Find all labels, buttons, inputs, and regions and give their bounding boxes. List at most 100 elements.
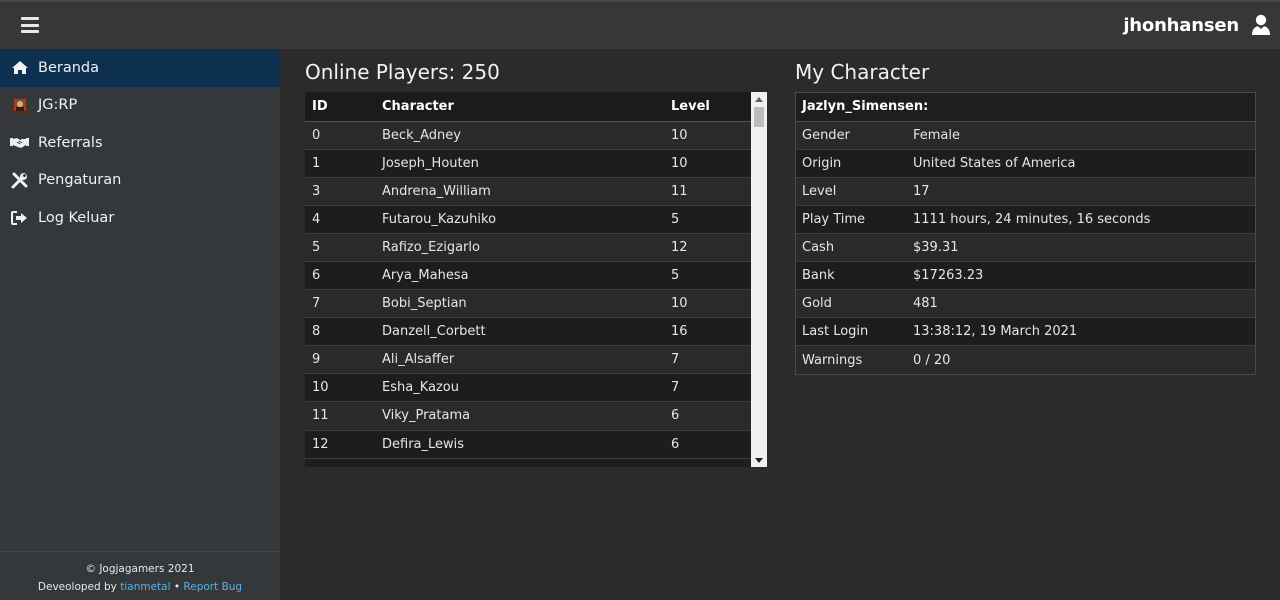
player-level-cell: 10 bbox=[664, 289, 751, 319]
player-level-cell: 12 bbox=[664, 233, 751, 262]
sidebar-item-referrals[interactable]: Referrals bbox=[0, 124, 280, 162]
table-row[interactable]: 8 Danzell_Corbett 16 bbox=[305, 317, 751, 347]
table-row[interactable]: 5 Rafizo_Ezigarlo 12 bbox=[305, 233, 751, 262]
character-field-label: Cash bbox=[796, 232, 907, 262]
player-level-cell: 6 bbox=[664, 401, 751, 431]
table-row[interactable]: 7 Bobi_Septian 10 bbox=[305, 289, 751, 319]
player-id-cell: 4 bbox=[305, 205, 375, 234]
sidebar-item-label: JG:RP bbox=[38, 97, 78, 114]
table-row[interactable]: 1 Joseph_Houten 10 bbox=[305, 149, 751, 178]
character-field-value: United States of America bbox=[907, 148, 1255, 178]
player-level-cell: 6 bbox=[664, 430, 751, 459]
character-field-value: 13:38:12, 19 March 2021 bbox=[907, 317, 1255, 346]
player-id-cell: 12 bbox=[305, 430, 375, 459]
character-field-label: Level bbox=[796, 176, 907, 206]
player-character-cell: Bobi_Septian bbox=[375, 289, 664, 319]
character-field-value: Female bbox=[907, 120, 1255, 150]
menu-toggle-icon[interactable] bbox=[21, 17, 39, 33]
character-info-row: Gender Female bbox=[796, 120, 1255, 150]
player-character-cell: Viky_Pratama bbox=[375, 401, 664, 431]
sidebar-item-label: Beranda bbox=[38, 59, 99, 76]
sidebar-item-label: Pengaturan bbox=[38, 172, 122, 189]
player-character-cell: Ali_Alsaffer bbox=[375, 345, 664, 375]
character-field-label: Warnings bbox=[796, 345, 907, 374]
scroll-down-arrow-icon[interactable] bbox=[751, 453, 767, 467]
author-link[interactable]: tianmetal bbox=[120, 581, 170, 593]
player-id-cell: 3 bbox=[305, 177, 375, 206]
player-level-cell: 5 bbox=[664, 205, 751, 234]
character-field-label: Origin bbox=[796, 148, 907, 178]
character-field-label: Gender bbox=[796, 120, 907, 150]
scroll-up-arrow-icon[interactable] bbox=[751, 92, 767, 106]
sidebar-item-beranda[interactable]: Beranda bbox=[0, 49, 280, 87]
my-character-panel: Jazlyn_Simensen: Gender Female Origin Unite… bbox=[795, 92, 1256, 375]
table-row[interactable]: 3 Andrena_William 11 bbox=[305, 177, 751, 206]
player-character-cell: Danzell_Corbett bbox=[375, 317, 664, 347]
sidebar-footer: © Jogjagamers 2021 Deveoloped by tianmet… bbox=[0, 551, 280, 600]
sidebar-item-pengaturan[interactable]: Pengaturan bbox=[0, 162, 280, 200]
username-label[interactable]: jhonhansen bbox=[1123, 15, 1239, 36]
top-bar: jhonhansen bbox=[0, 0, 1280, 49]
character-info-row: Level 17 bbox=[796, 176, 1255, 206]
sidebar: Beranda JG:RP Referrals Pengaturan Log K… bbox=[0, 49, 281, 600]
table-row[interactable]: 10 Esha_Kazou 7 bbox=[305, 373, 751, 403]
player-id-cell: 9 bbox=[305, 345, 375, 375]
table-row[interactable]: 9 Ali_Alsaffer 7 bbox=[305, 345, 751, 375]
home-icon bbox=[10, 59, 29, 76]
report-bug-link[interactable]: Report Bug bbox=[183, 581, 242, 593]
table-row[interactable]: 11 Viky_Pratama 6 bbox=[305, 401, 751, 431]
player-level-cell: 11 bbox=[664, 177, 751, 206]
game-thumbnail-icon bbox=[10, 97, 29, 114]
player-character-cell: Futarou_Kazuhiko bbox=[375, 205, 664, 234]
character-field-label: Last Login bbox=[796, 317, 907, 346]
character-field-value: 17 bbox=[907, 176, 1255, 206]
table-row[interactable]: 6 Arya_Mahesa 5 bbox=[305, 261, 751, 291]
table-row[interactable]: 12 Defira_Lewis 6 bbox=[305, 430, 751, 459]
footer-separator: • bbox=[173, 581, 181, 593]
sidebar-item-jgrp[interactable]: JG:RP bbox=[0, 87, 280, 125]
character-field-value: 481 bbox=[907, 289, 1255, 318]
table-row[interactable]: 4 Futarou_Kazuhiko 5 bbox=[305, 205, 751, 234]
player-id-cell: 8 bbox=[305, 317, 375, 347]
player-character-cell: Beck_Adney bbox=[375, 121, 664, 150]
my-character-title: My Character bbox=[795, 60, 930, 84]
user-icon[interactable] bbox=[1251, 14, 1271, 36]
player-id-cell: 7 bbox=[305, 289, 375, 319]
character-field-value: $39.31 bbox=[907, 232, 1255, 262]
player-character-cell: Defira_Lewis bbox=[375, 430, 664, 459]
column-header-level: Level bbox=[664, 92, 751, 122]
character-field-label: Gold bbox=[796, 289, 907, 318]
player-id-cell: 0 bbox=[305, 121, 375, 150]
player-level-cell: 7 bbox=[664, 345, 751, 375]
player-id-cell: 6 bbox=[305, 261, 375, 291]
character-info-row: Bank $17263.23 bbox=[796, 260, 1255, 290]
character-field-label: Bank bbox=[796, 260, 907, 290]
online-players-table: ID Character Level 0 Beck_Adney 10 1 Joseph_… bbox=[305, 92, 751, 459]
player-character-cell: Arya_Mahesa bbox=[375, 261, 664, 291]
sidebar-nav: Beranda JG:RP Referrals Pengaturan Log K… bbox=[0, 49, 280, 237]
character-field-value: 1111 hours, 24 minutes, 16 seconds bbox=[907, 204, 1255, 234]
scroll-thumb[interactable] bbox=[754, 107, 764, 127]
player-id-cell: 5 bbox=[305, 233, 375, 262]
character-field-label: Play Time bbox=[796, 204, 907, 234]
sign-out-icon bbox=[10, 209, 29, 226]
sidebar-item-log-keluar[interactable]: Log Keluar bbox=[0, 199, 280, 237]
player-level-cell: 5 bbox=[664, 261, 751, 291]
player-level-cell: 10 bbox=[664, 121, 751, 150]
players-scrollbar[interactable] bbox=[751, 92, 767, 467]
player-id-cell: 10 bbox=[305, 373, 375, 403]
online-players-table-container[interactable]: ID Character Level 0 Beck_Adney 10 1 Joseph_… bbox=[305, 92, 767, 467]
character-info-row: Origin United States of America bbox=[796, 148, 1255, 178]
player-id-cell: 1 bbox=[305, 149, 375, 178]
player-id-cell: 11 bbox=[305, 401, 375, 431]
sidebar-item-label: Referrals bbox=[38, 134, 103, 151]
sidebar-item-label: Log Keluar bbox=[38, 209, 115, 226]
table-row[interactable]: 0 Beck_Adney 10 bbox=[305, 121, 751, 150]
player-level-cell: 7 bbox=[664, 373, 751, 403]
column-header-character: Character bbox=[375, 92, 664, 122]
character-info-row: Last Login 13:38:12, 19 March 2021 bbox=[796, 317, 1255, 346]
player-level-cell: 16 bbox=[664, 317, 751, 347]
tools-icon bbox=[10, 172, 29, 189]
character-name: Jazlyn_Simensen: bbox=[796, 93, 1255, 122]
player-character-cell: Esha_Kazou bbox=[375, 373, 664, 403]
